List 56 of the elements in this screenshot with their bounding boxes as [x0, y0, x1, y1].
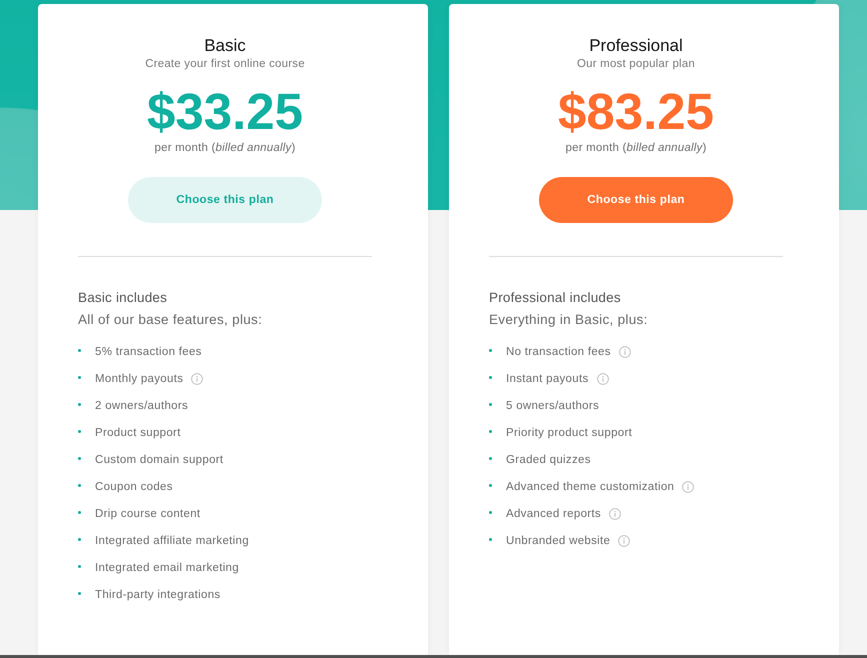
feature-text: Advanced theme customization [506, 480, 674, 494]
feature-text: 2 owners/authors [95, 398, 188, 412]
bullet-icon [489, 349, 492, 352]
bullet-icon [78, 376, 81, 379]
bullet-icon [489, 376, 492, 379]
feature-text: Product support [95, 426, 181, 440]
plan-price: $33.25 [147, 84, 303, 140]
feature-text: Integrated affiliate marketing [95, 534, 249, 548]
bullet-icon [78, 511, 81, 514]
feature-text: Priority product support [506, 426, 632, 440]
info-icon[interactable] [608, 508, 621, 520]
bullet-icon [78, 349, 81, 352]
bullet-icon [78, 592, 81, 595]
bullet-icon [489, 484, 492, 487]
plan-price: $83.25 [558, 84, 714, 140]
feature-text: Coupon codes [95, 480, 173, 494]
plan-subtitle: Create your first online course [145, 57, 305, 71]
plan-title: Professional [589, 36, 683, 56]
feature-text: Third-party integrations [95, 588, 220, 602]
plan-subtitle: Our most popular plan [577, 57, 695, 71]
feature-text: 5% transaction fees [95, 344, 202, 358]
includes-heading: Professional includes [489, 290, 622, 306]
choose-plan-button[interactable]: Choose this plan [539, 177, 733, 223]
bullet-icon [78, 430, 81, 433]
includes-heading: Basic includes [78, 290, 168, 306]
includes-intro: All of our base features, plus: [78, 312, 264, 328]
bullet-icon [489, 430, 492, 433]
feature-text: Custom domain support [95, 452, 224, 466]
choose-plan-button[interactable]: Choose this plan [128, 177, 322, 223]
plan-title: Basic [204, 36, 246, 56]
bullet-icon [489, 511, 492, 514]
feature-text: No transaction fees [506, 344, 611, 358]
bullet-icon [78, 457, 81, 460]
info-icon[interactable] [191, 372, 204, 384]
feature-text: Unbranded website [506, 534, 610, 548]
feature-text: Monthly payouts [95, 372, 184, 386]
billing-note: per month (billed annually) [566, 141, 706, 155]
info-icon[interactable] [618, 534, 630, 546]
feature-text: Drip course content [95, 506, 200, 520]
includes-intro: Everything in Basic, plus: [489, 312, 649, 328]
info-icon[interactable] [618, 346, 631, 358]
billing-note: per month (billed annually) [154, 141, 296, 155]
feature-text: Integrated email marketing [95, 560, 239, 574]
bullet-icon [78, 403, 81, 406]
bullet-icon [489, 538, 492, 541]
info-icon[interactable] [682, 480, 694, 492]
bullet-icon [489, 457, 492, 460]
info-icon[interactable] [596, 372, 608, 384]
feature-text: Advanced reports [506, 506, 601, 520]
bullet-icon [78, 538, 81, 541]
feature-text: 5 owners/authors [506, 398, 600, 412]
feature-text: Graded quizzes [506, 452, 591, 466]
feature-text: Instant payouts [506, 372, 588, 386]
bullet-icon [78, 565, 81, 568]
bullet-icon [78, 484, 81, 487]
bullet-icon [489, 403, 492, 406]
